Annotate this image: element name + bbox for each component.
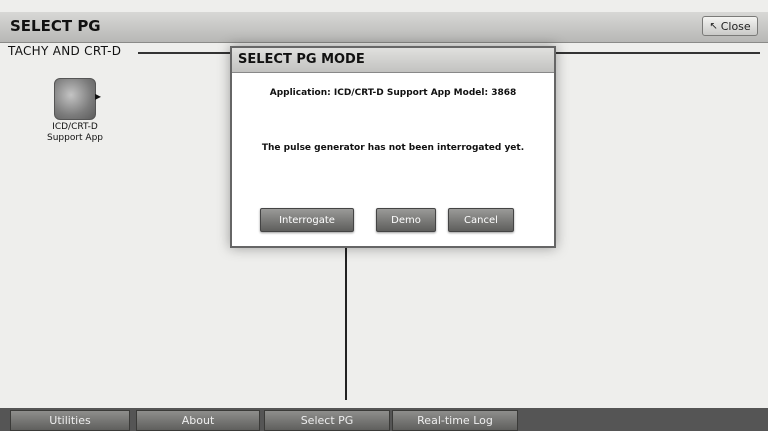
tab-select-pg[interactable]: Select PG — [264, 410, 390, 431]
vertical-divider — [345, 240, 347, 400]
demo-button[interactable]: Demo — [376, 208, 436, 232]
dialog-message: The pulse generator has not been interro… — [261, 143, 525, 153]
tab-about[interactable]: About — [136, 410, 260, 431]
tab-real-time-log[interactable]: Real-time Log — [392, 410, 518, 431]
screen: SELECT PG ↖ Close TACHY AND CRT-D ▸ ICD/… — [0, 0, 768, 431]
section-label: TACHY AND CRT-D — [8, 44, 122, 58]
tab-utilities[interactable]: Utilities — [10, 410, 130, 431]
app-label-line2: Support App — [46, 133, 104, 143]
title-bar: SELECT PG ↖ Close — [0, 12, 768, 43]
dialog-application-text: Application: ICD/CRT-D Support App Model… — [269, 88, 517, 98]
interrogate-button[interactable]: Interrogate — [260, 208, 354, 232]
app-label: ICD/CRT-D Support App — [30, 122, 120, 144]
select-pg-mode-dialog: SELECT PG MODE Application: ICD/CRT-D Su… — [230, 46, 556, 248]
close-label: Close — [720, 19, 751, 33]
app-label-line1: ICD/CRT-D — [52, 122, 98, 132]
close-arrow-icon: ↖ — [709, 20, 718, 32]
window-title: SELECT PG — [10, 17, 101, 35]
app-tile-icd-crtd[interactable]: ▸ ICD/CRT-D Support App — [30, 78, 120, 144]
dialog-title: SELECT PG MODE — [232, 48, 554, 73]
app-icon[interactable]: ▸ — [54, 78, 101, 120]
cancel-button[interactable]: Cancel — [448, 208, 514, 232]
pointer-cursor-icon: ▸ — [94, 89, 101, 103]
close-button[interactable]: ↖ Close — [702, 16, 758, 36]
